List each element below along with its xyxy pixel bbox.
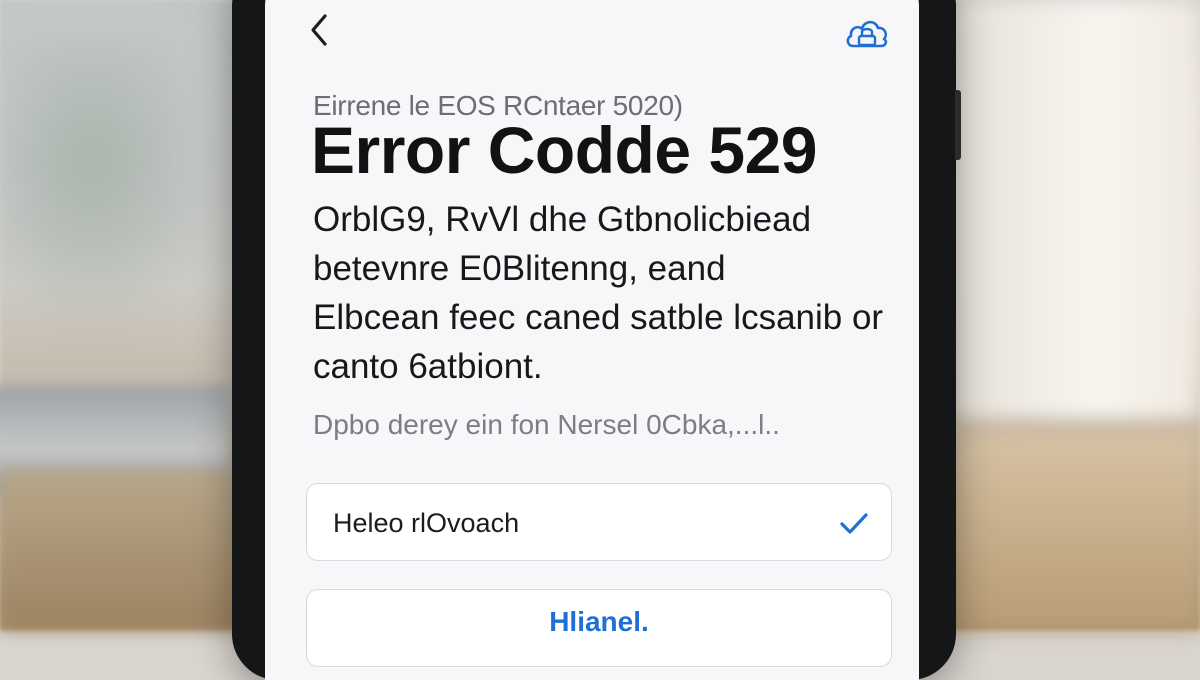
back-button[interactable]	[305, 10, 335, 50]
action-button-label: Hlianel.	[549, 606, 649, 637]
error-message-line: Elbcean feec caned satble lcsanib or	[313, 298, 884, 337]
chevron-left-icon	[311, 14, 327, 46]
error-message: OrblG9, RvVl dhe Gtbnolicbiead betevnre …	[313, 195, 903, 391]
error-message-line: OrblG9, RvVl dhe Gtbnolicbiead	[313, 200, 812, 239]
action-button[interactable]: Hlianel.	[306, 589, 892, 667]
hint-text: Dpbo derey ein fon Nersel 0Cbka,...l..	[313, 409, 780, 440]
background-window	[950, 0, 1200, 420]
page-title: Error Codde 529	[311, 113, 818, 187]
option-card[interactable]: Heleo rlOvoach	[306, 483, 892, 561]
background-desk-left	[0, 470, 240, 630]
background-plant	[0, 40, 230, 340]
cloud-lock-icon[interactable]	[843, 8, 891, 56]
phone-side-button	[955, 90, 961, 160]
option-label: Heleo rlOvoach	[333, 508, 520, 538]
background-desk-right	[950, 430, 1200, 630]
error-message-line: canto 6atbiont.	[313, 347, 543, 386]
checkmark-icon	[840, 513, 868, 534]
error-message-line: betevnre E0Blitenng, eand	[313, 249, 726, 288]
phone-frame: Eirrene le EOS RCntaer 5020) Error Codde…	[232, 0, 961, 680]
phone-screen: Eirrene le EOS RCntaer 5020) Error Codde…	[265, 0, 919, 680]
